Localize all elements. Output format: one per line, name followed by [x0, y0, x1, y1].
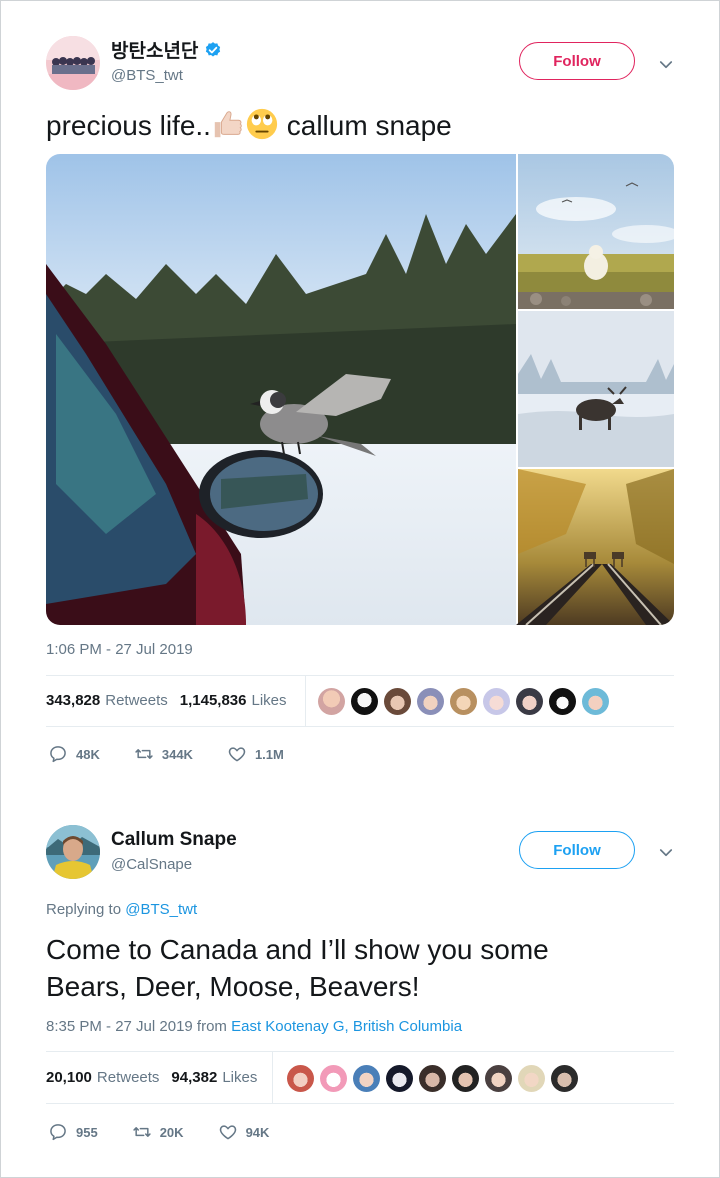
engagement-stats: 343,828 Retweets 1,145,836 Likes	[46, 692, 299, 709]
retweet-short-count: 344K	[161, 746, 193, 762]
divider	[46, 1051, 674, 1052]
author-name-row: 방탄소년단	[111, 36, 222, 63]
retweet-button[interactable]: 20K	[132, 1122, 184, 1142]
avatar[interactable]	[452, 1065, 479, 1092]
tweet-text-line: Come to Canada and I’ll show you some	[46, 934, 549, 965]
reply-icon	[50, 1124, 66, 1141]
avatar[interactable]	[518, 1065, 545, 1092]
avatar[interactable]	[384, 688, 411, 715]
like-button[interactable]: 94K	[218, 1122, 270, 1142]
heart-icon	[219, 1125, 236, 1140]
divider	[46, 726, 674, 727]
replying-to-prefix: Replying to	[46, 901, 126, 918]
retweet-label[interactable]: Retweets	[97, 1069, 160, 1086]
handle[interactable]: @BTS_twt	[111, 67, 183, 84]
avatar[interactable]	[549, 688, 576, 715]
chevron-down-icon[interactable]	[657, 56, 675, 74]
reply-button[interactable]: 955	[48, 1122, 98, 1142]
avatar[interactable]	[516, 688, 543, 715]
retweet-icon	[133, 1127, 151, 1137]
chevron-down-icon[interactable]	[657, 844, 675, 862]
replying-to-link[interactable]: @BTS_twt	[125, 901, 197, 918]
avatar[interactable]	[353, 1065, 380, 1092]
reply-icon	[50, 746, 66, 763]
tweet-text-main: precious life..	[46, 110, 211, 141]
like-count[interactable]: 1,145,836	[180, 692, 247, 709]
replying-to: Replying to @BTS_twt	[46, 901, 197, 918]
retweet-icon	[135, 749, 153, 759]
tweet-actions: 955 20K 94K	[48, 1122, 303, 1142]
timestamp-text[interactable]: 8:35 PM - 27 Jul 2019 from	[46, 1018, 231, 1035]
timestamp: 8:35 PM - 27 Jul 2019 from East Kootenay…	[46, 1018, 462, 1035]
divider	[46, 1103, 674, 1104]
liker-avatars	[318, 688, 609, 715]
author-name-row: Callum Snape	[111, 829, 237, 851]
divider	[305, 676, 306, 726]
avatar[interactable]	[417, 688, 444, 715]
follow-button[interactable]: Follow	[519, 831, 635, 869]
retweet-button[interactable]: 344K	[134, 744, 193, 764]
tweet-text: Come to Canada and I’ll show you some Be…	[46, 931, 549, 1005]
polar-bear-photo[interactable]	[518, 154, 674, 309]
retweet-count[interactable]: 20,100	[46, 1069, 92, 1086]
handle[interactable]: @CalSnape	[111, 856, 192, 873]
liker-avatars	[287, 1065, 578, 1092]
tweet-text-suffix: callum snape	[278, 110, 452, 141]
avatar[interactable]	[485, 1065, 512, 1092]
moose-in-snow-photo[interactable]	[518, 311, 674, 467]
avatar[interactable]	[351, 688, 378, 715]
face-with-rolling-eyes-icon	[246, 108, 278, 140]
media-grid	[46, 154, 674, 625]
avatar[interactable]	[551, 1065, 578, 1092]
avatar[interactable]	[483, 688, 510, 715]
divider	[46, 675, 674, 676]
retweet-count[interactable]: 343,828	[46, 692, 100, 709]
like-short-count: 94K	[245, 1124, 270, 1140]
avatar[interactable]	[318, 688, 345, 715]
avatar[interactable]	[386, 1065, 413, 1092]
like-label[interactable]: Likes	[222, 1069, 257, 1086]
avatar[interactable]	[582, 688, 609, 715]
reply-button[interactable]: 48K	[48, 744, 100, 764]
avatar[interactable]	[46, 36, 100, 90]
reply-count: 48K	[76, 746, 100, 762]
avatar[interactable]	[320, 1065, 347, 1092]
engagement-stats: 20,100 Retweets 94,382 Likes	[46, 1069, 269, 1086]
reply-count: 955	[76, 1124, 98, 1140]
like-count[interactable]: 94,382	[171, 1069, 217, 1086]
like-button[interactable]: 1.1M	[227, 744, 284, 764]
avatar[interactable]	[419, 1065, 446, 1092]
retweet-label[interactable]: Retweets	[105, 692, 168, 709]
like-label[interactable]: Likes	[252, 692, 287, 709]
display-name[interactable]: 방탄소년단	[111, 36, 198, 63]
heart-icon	[228, 747, 246, 762]
like-short-count: 1.1M	[254, 746, 284, 762]
follow-button[interactable]: Follow	[519, 42, 635, 80]
timestamp[interactable]: 1:06 PM - 27 Jul 2019	[46, 641, 193, 658]
avatar[interactable]	[46, 825, 100, 879]
retweet-short-count: 20K	[159, 1124, 184, 1140]
avatar[interactable]	[287, 1065, 314, 1092]
location-link[interactable]: East Kootenay G, British Columbia	[231, 1018, 462, 1035]
divider	[272, 1052, 273, 1103]
tweet-text: precious life.. callum snape	[46, 102, 452, 150]
tweet-text-line: Bears, Deer, Moose, Beavers!	[46, 971, 420, 1002]
verified-badge-icon	[206, 41, 221, 57]
deer-on-railway-photo[interactable]	[516, 469, 674, 625]
avatar[interactable]	[450, 688, 477, 715]
tweet-actions: 48K 344K 1.1M	[48, 744, 318, 764]
display-name[interactable]: Callum Snape	[111, 829, 237, 851]
bird-on-car-mirror-photo[interactable]	[46, 154, 516, 625]
thumbs-up-icon	[214, 111, 242, 138]
